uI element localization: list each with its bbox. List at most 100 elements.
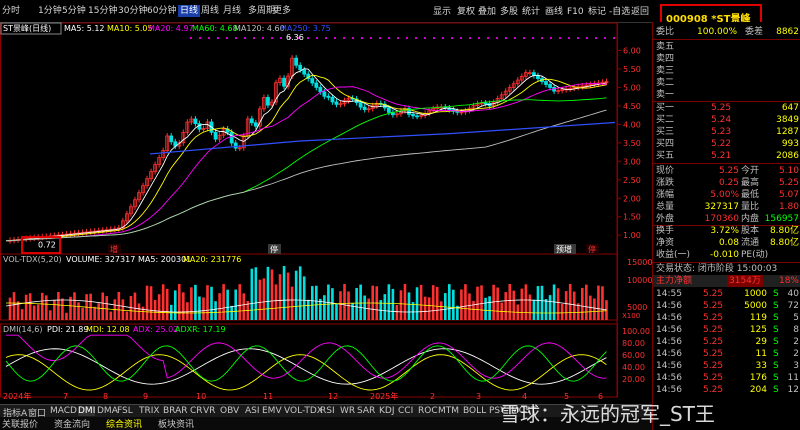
toolbar-button-9[interactable]: 返回 [631, 6, 649, 18]
stat-label: PE(动) [741, 250, 769, 260]
volume-bars [8, 266, 608, 320]
indicator-tab-11[interactable]: ASI [245, 406, 260, 416]
x-axis-label: 2025年 [370, 391, 398, 401]
stat-label: 涨幅 [656, 190, 675, 200]
volume-bar [528, 294, 532, 320]
indicator-tab-6[interactable]: TRIX [139, 406, 160, 416]
indicator-tab-20[interactable]: MTM [438, 406, 459, 416]
indicator-tab-18[interactable]: CCI [398, 406, 413, 416]
volume-bar [298, 266, 302, 320]
bid-row: 买三 5.23 1287 [653, 126, 800, 138]
kline-chart[interactable]: 6.00 5.50 5.00 4.50 4.00 3.50 3.00 2.50 2.00 1.50… [0, 22, 652, 430]
indicator-tab-7[interactable]: BRAR [163, 406, 187, 416]
indicator-tab-10[interactable]: OBV [220, 406, 239, 416]
toolbar-button-0[interactable]: 显示 [433, 6, 451, 18]
tab-timeframe-7[interactable]: 周线 [201, 5, 219, 17]
volume-bar [258, 279, 262, 320]
indicator-tab-16[interactable]: SAR [357, 406, 375, 416]
volume-bar [387, 284, 391, 320]
indicator-tab-15[interactable]: WR [340, 406, 355, 416]
tab-timeframe-6[interactable]: 日线 [178, 5, 201, 17]
tick-volume: 33 [755, 361, 767, 371]
volume-bar [391, 288, 395, 320]
candle-body [415, 115, 419, 118]
event-marker-0[interactable]: 增 [110, 244, 118, 254]
indicator-tab-4[interactable]: DMA [97, 406, 118, 416]
toolbar-button-3[interactable]: 多股 [500, 6, 518, 18]
signal-dot [271, 37, 273, 39]
tab-timeframe-4[interactable]: 30分钟 [118, 5, 147, 17]
bid-price: 5.21 [711, 151, 732, 161]
volume-bar [20, 309, 24, 320]
volume-bar [496, 287, 499, 320]
ask-label: 卖五 [656, 42, 675, 52]
tab-timeframe-10[interactable]: 更多 [273, 5, 291, 17]
tick-count: 8 [793, 325, 799, 335]
volume-bar [367, 298, 370, 320]
tick-side: S [773, 301, 779, 311]
indicator-tab-9[interactable]: VR [203, 406, 215, 416]
tab-timeframe-5[interactable]: 60分钟 [147, 5, 176, 17]
indicator-tab-17[interactable]: KDJ [379, 406, 395, 416]
x-axis-label: 8 [103, 392, 108, 401]
tick-time: 14:56 [656, 373, 682, 383]
toolbar-button-8[interactable]: -自选 [609, 6, 630, 18]
bid-label: 买一 [656, 103, 675, 113]
bid-label: 买五 [656, 151, 675, 161]
volume-bar [234, 289, 238, 320]
divider [653, 39, 800, 40]
tick-side: S [773, 361, 779, 371]
bottom-tab-2[interactable]: 综合资讯 [106, 417, 142, 430]
bottom-tab-1[interactable]: 资金流向 [54, 417, 90, 430]
signal-dot [280, 37, 282, 39]
volume-bar [580, 287, 584, 320]
signal-dot [586, 37, 588, 39]
indicator-tab-19[interactable]: ROC [418, 406, 438, 416]
toolbar-button-6[interactable]: F10 [567, 6, 584, 18]
indicator-tab-13[interactable]: VOL-TDX [284, 406, 323, 416]
stat-value: 5.07 [778, 190, 799, 200]
tab-timeframe-3[interactable]: 15分钟 [88, 5, 117, 17]
tick-count: 11 [787, 373, 799, 383]
signal-dot [487, 37, 489, 39]
toolbar-button-5[interactable]: 画线 [545, 6, 563, 18]
event-marker-2[interactable]: 预增 [556, 244, 572, 254]
stat-label: 股本 [741, 226, 760, 236]
toolbar-button-4[interactable]: 统计 [522, 6, 540, 18]
toolbar-button-1[interactable]: 复权 [457, 6, 475, 18]
indicator-tab-3[interactable]: DMI [78, 406, 96, 416]
indicator-tab-8[interactable]: CR [190, 406, 203, 416]
tab-timeframe-0[interactable]: 分时 [2, 5, 20, 17]
volume-bar [250, 268, 254, 320]
tab-timeframe-9[interactable]: 多周期 [248, 5, 275, 17]
indicator-tab-14[interactable]: RSI [320, 406, 335, 416]
tick-row: 14:56 5.25 119 S 5 [653, 312, 800, 324]
bottom-tab-3[interactable]: 板块资讯 [158, 417, 194, 430]
signal-dot [235, 37, 237, 39]
volume-bar [306, 299, 310, 320]
tab-timeframe-8[interactable]: 月线 [223, 5, 241, 17]
tab-timeframe-1[interactable]: 1分钟 [38, 5, 62, 17]
trade-status: 交易状态: 闭市阶段 15:00:03 [656, 264, 778, 274]
volume-bar [286, 272, 290, 320]
signal-dot [460, 37, 462, 39]
x-axis-label: 10 [196, 392, 206, 401]
volume-bar [476, 286, 479, 320]
event-marker-3[interactable]: 停 [588, 244, 596, 254]
toolbar-button-2[interactable]: 叠加 [478, 6, 496, 18]
signal-dot [208, 37, 210, 39]
indicator-tab-5[interactable]: FSL [117, 406, 133, 416]
toolbar-button-7[interactable]: 标记 [588, 6, 606, 18]
signal-dot [451, 37, 453, 39]
volume-bar [97, 303, 100, 320]
indicator-tab-21[interactable]: BOLL [463, 406, 486, 416]
tab-timeframe-2[interactable]: 5分钟 [62, 5, 86, 17]
indicator-tab-12[interactable]: EMV [262, 406, 282, 416]
bottom-tab-0[interactable]: 关联报价 [2, 417, 38, 430]
volume-bar [121, 299, 125, 320]
candle-body [536, 75, 540, 79]
indicator-tab-2[interactable]: MACD [50, 406, 77, 416]
volume-bar [266, 266, 270, 320]
vol-tick-label: 10000 [627, 276, 652, 285]
event-marker-1[interactable]: 停 [270, 244, 278, 254]
